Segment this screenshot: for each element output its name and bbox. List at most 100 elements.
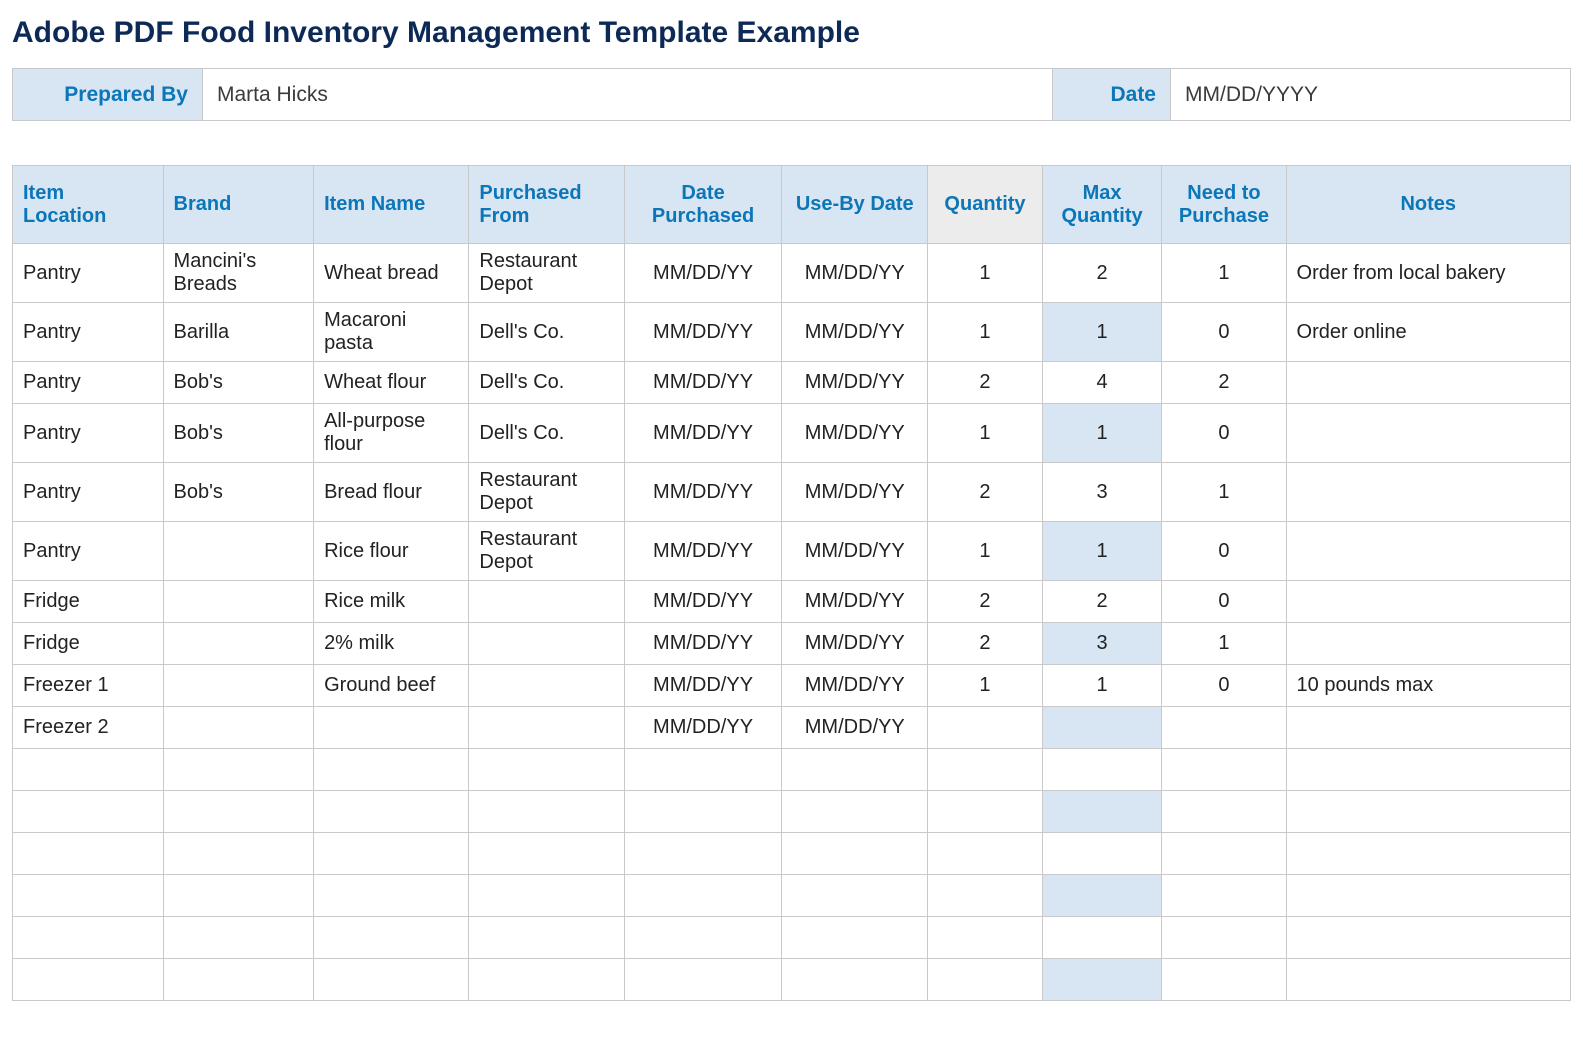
- cell-item-name[interactable]: 2% milk: [314, 623, 469, 665]
- cell-item-name[interactable]: Wheat flour: [314, 362, 469, 404]
- cell-date-purchased[interactable]: MM/DD/YY: [624, 404, 782, 463]
- cell-location[interactable]: Pantry: [13, 522, 164, 581]
- cell-purchased-from[interactable]: [469, 623, 624, 665]
- cell-purchased-from[interactable]: Dell's Co.: [469, 362, 624, 404]
- cell-use-by[interactable]: MM/DD/YY: [782, 244, 928, 303]
- cell-max-quantity[interactable]: [1042, 959, 1161, 1001]
- cell-date-purchased[interactable]: [624, 917, 782, 959]
- cell-item-name[interactable]: [314, 833, 469, 875]
- cell-purchased-from[interactable]: [469, 749, 624, 791]
- cell-need-to-purchase[interactable]: 1: [1162, 623, 1286, 665]
- cell-brand[interactable]: [163, 917, 314, 959]
- cell-notes[interactable]: Order online: [1286, 303, 1570, 362]
- cell-purchased-from[interactable]: [469, 665, 624, 707]
- cell-item-name[interactable]: [314, 875, 469, 917]
- cell-date-purchased[interactable]: MM/DD/YY: [624, 244, 782, 303]
- cell-quantity[interactable]: 1: [928, 665, 1043, 707]
- cell-quantity[interactable]: [928, 875, 1043, 917]
- cell-location[interactable]: [13, 833, 164, 875]
- cell-brand[interactable]: [163, 833, 314, 875]
- cell-quantity[interactable]: [928, 707, 1043, 749]
- date-value[interactable]: MM/DD/YYYY: [1171, 69, 1571, 121]
- cell-location[interactable]: Freezer 1: [13, 665, 164, 707]
- cell-quantity[interactable]: 1: [928, 522, 1043, 581]
- cell-use-by[interactable]: [782, 791, 928, 833]
- cell-need-to-purchase[interactable]: 0: [1162, 665, 1286, 707]
- cell-use-by[interactable]: [782, 833, 928, 875]
- cell-notes[interactable]: [1286, 749, 1570, 791]
- cell-notes[interactable]: [1286, 581, 1570, 623]
- cell-need-to-purchase[interactable]: 0: [1162, 404, 1286, 463]
- cell-brand[interactable]: Mancini's Breads: [163, 244, 314, 303]
- cell-need-to-purchase[interactable]: 0: [1162, 581, 1286, 623]
- cell-quantity[interactable]: [928, 959, 1043, 1001]
- cell-use-by[interactable]: [782, 959, 928, 1001]
- cell-date-purchased[interactable]: MM/DD/YY: [624, 362, 782, 404]
- cell-max-quantity[interactable]: [1042, 749, 1161, 791]
- cell-item-name[interactable]: [314, 917, 469, 959]
- cell-location[interactable]: [13, 791, 164, 833]
- cell-brand[interactable]: Bob's: [163, 362, 314, 404]
- cell-need-to-purchase[interactable]: [1162, 833, 1286, 875]
- cell-use-by[interactable]: MM/DD/YY: [782, 404, 928, 463]
- cell-location[interactable]: [13, 917, 164, 959]
- cell-item-name[interactable]: [314, 791, 469, 833]
- cell-purchased-from[interactable]: [469, 581, 624, 623]
- cell-location[interactable]: [13, 959, 164, 1001]
- cell-brand[interactable]: [163, 959, 314, 1001]
- cell-date-purchased[interactable]: MM/DD/YY: [624, 463, 782, 522]
- cell-brand[interactable]: Bob's: [163, 404, 314, 463]
- cell-use-by[interactable]: MM/DD/YY: [782, 362, 928, 404]
- cell-need-to-purchase[interactable]: 0: [1162, 522, 1286, 581]
- cell-purchased-from[interactable]: Dell's Co.: [469, 404, 624, 463]
- cell-max-quantity[interactable]: 1: [1042, 404, 1161, 463]
- cell-quantity[interactable]: [928, 833, 1043, 875]
- cell-notes[interactable]: [1286, 362, 1570, 404]
- cell-location[interactable]: [13, 875, 164, 917]
- cell-brand[interactable]: [163, 623, 314, 665]
- cell-max-quantity[interactable]: [1042, 833, 1161, 875]
- cell-purchased-from[interactable]: Dell's Co.: [469, 303, 624, 362]
- cell-max-quantity[interactable]: [1042, 791, 1161, 833]
- cell-need-to-purchase[interactable]: [1162, 791, 1286, 833]
- cell-item-name[interactable]: Ground beef: [314, 665, 469, 707]
- cell-notes[interactable]: [1286, 791, 1570, 833]
- cell-max-quantity[interactable]: 2: [1042, 581, 1161, 623]
- cell-location[interactable]: [13, 749, 164, 791]
- cell-max-quantity[interactable]: 4: [1042, 362, 1161, 404]
- cell-item-name[interactable]: All-purpose flour: [314, 404, 469, 463]
- cell-quantity[interactable]: 1: [928, 244, 1043, 303]
- cell-notes[interactable]: [1286, 833, 1570, 875]
- cell-date-purchased[interactable]: [624, 875, 782, 917]
- cell-date-purchased[interactable]: MM/DD/YY: [624, 707, 782, 749]
- cell-purchased-from[interactable]: Restaurant Depot: [469, 463, 624, 522]
- cell-brand[interactable]: [163, 665, 314, 707]
- cell-quantity[interactable]: 2: [928, 463, 1043, 522]
- cell-brand[interactable]: [163, 581, 314, 623]
- cell-need-to-purchase[interactable]: 1: [1162, 244, 1286, 303]
- cell-date-purchased[interactable]: [624, 791, 782, 833]
- cell-max-quantity[interactable]: 1: [1042, 303, 1161, 362]
- cell-item-name[interactable]: [314, 749, 469, 791]
- cell-purchased-from[interactable]: [469, 791, 624, 833]
- cell-use-by[interactable]: MM/DD/YY: [782, 623, 928, 665]
- cell-brand[interactable]: [163, 707, 314, 749]
- cell-brand[interactable]: Barilla: [163, 303, 314, 362]
- cell-quantity[interactable]: 1: [928, 303, 1043, 362]
- cell-quantity[interactable]: [928, 791, 1043, 833]
- cell-use-by[interactable]: MM/DD/YY: [782, 463, 928, 522]
- cell-max-quantity[interactable]: 2: [1042, 244, 1161, 303]
- cell-date-purchased[interactable]: [624, 749, 782, 791]
- cell-purchased-from[interactable]: Restaurant Depot: [469, 244, 624, 303]
- cell-use-by[interactable]: [782, 749, 928, 791]
- cell-location[interactable]: Pantry: [13, 303, 164, 362]
- cell-date-purchased[interactable]: [624, 959, 782, 1001]
- cell-purchased-from[interactable]: Restaurant Depot: [469, 522, 624, 581]
- cell-brand[interactable]: [163, 791, 314, 833]
- cell-brand[interactable]: Bob's: [163, 463, 314, 522]
- cell-use-by[interactable]: [782, 917, 928, 959]
- cell-notes[interactable]: [1286, 463, 1570, 522]
- cell-max-quantity[interactable]: 3: [1042, 623, 1161, 665]
- cell-need-to-purchase[interactable]: 0: [1162, 303, 1286, 362]
- cell-quantity[interactable]: 2: [928, 362, 1043, 404]
